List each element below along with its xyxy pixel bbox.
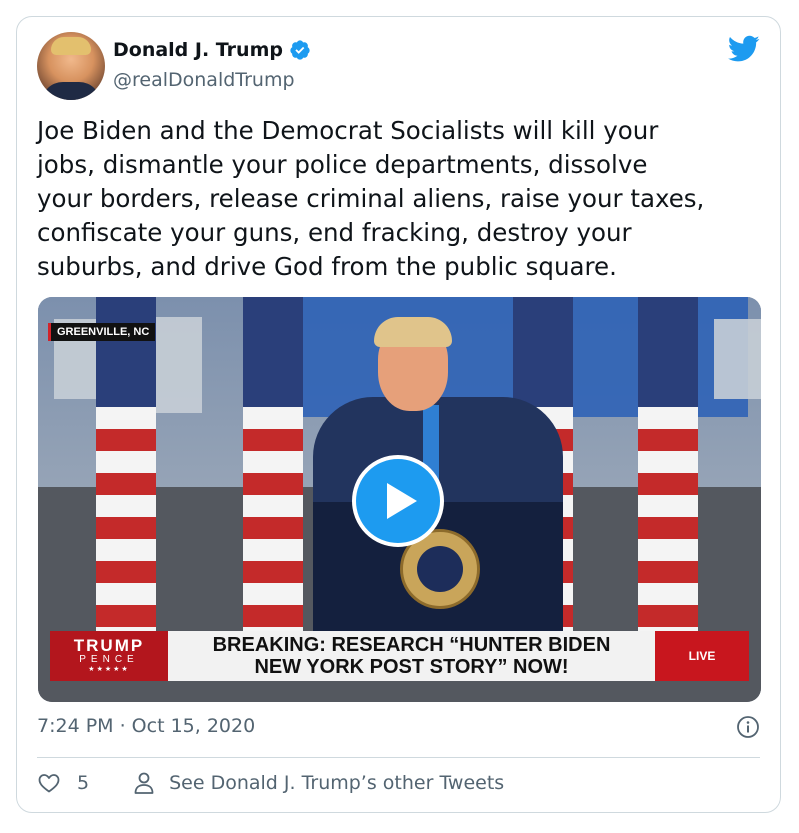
play-button[interactable] [352,455,444,547]
tweet-timestamp[interactable]: 7:24 PM · Oct 15, 2020 [37,715,255,737]
avatar-hair [51,37,91,55]
tweet-card[interactable]: Donald J. Trump @realDonaldTrump Joe Bid… [16,16,781,813]
logo-trump: TRUMP [73,636,145,655]
teleprompter-right [714,319,761,399]
like-count[interactable]: 5 [77,772,89,794]
person-icon[interactable] [133,771,155,795]
flag [638,297,698,637]
verified-badge-icon [290,40,310,60]
info-icon[interactable] [736,715,760,739]
tweet-text: Joe Biden and the Democrat Socialists wi… [37,116,705,281]
avatar[interactable] [37,32,105,100]
flag [96,297,156,637]
headline-line-2: NEW YORK POST STORY” NOW! [254,656,569,678]
speaker-hair [374,317,452,347]
video-player[interactable]: GREENVILLE, NC TRUMP PENCE ★★★★★ BREAKIN… [38,297,761,702]
flag [243,297,303,637]
location-tag: GREENVILLE, NC [48,323,156,341]
news-chyron: TRUMP PENCE ★★★★★ BREAKING: RESEARCH “HU… [50,631,749,681]
live-badge: LIVE [655,631,749,681]
heart-icon[interactable] [37,771,61,795]
author-handle[interactable]: @realDonaldTrump [113,69,295,91]
tweet-actions: 5 See Donald J. Trump’s other Tweets [37,771,504,795]
other-tweets-link[interactable]: See Donald J. Trump’s other Tweets [169,772,504,794]
avatar-suit [41,82,101,100]
logo-stars: ★★★★★ [88,666,130,673]
play-icon [387,483,417,519]
campaign-logo: TRUMP PENCE ★★★★★ [50,631,168,681]
logo-pence: PENCE [79,654,139,665]
author-name[interactable]: Donald J. Trump [113,39,283,61]
author-row: Donald J. Trump [113,39,311,61]
divider [37,757,760,758]
headline-line-1: BREAKING: RESEARCH “HUNTER BIDEN [212,634,611,656]
breaking-headline: BREAKING: RESEARCH “HUNTER BIDEN NEW YOR… [168,631,655,681]
twitter-bird-icon[interactable] [728,35,760,63]
